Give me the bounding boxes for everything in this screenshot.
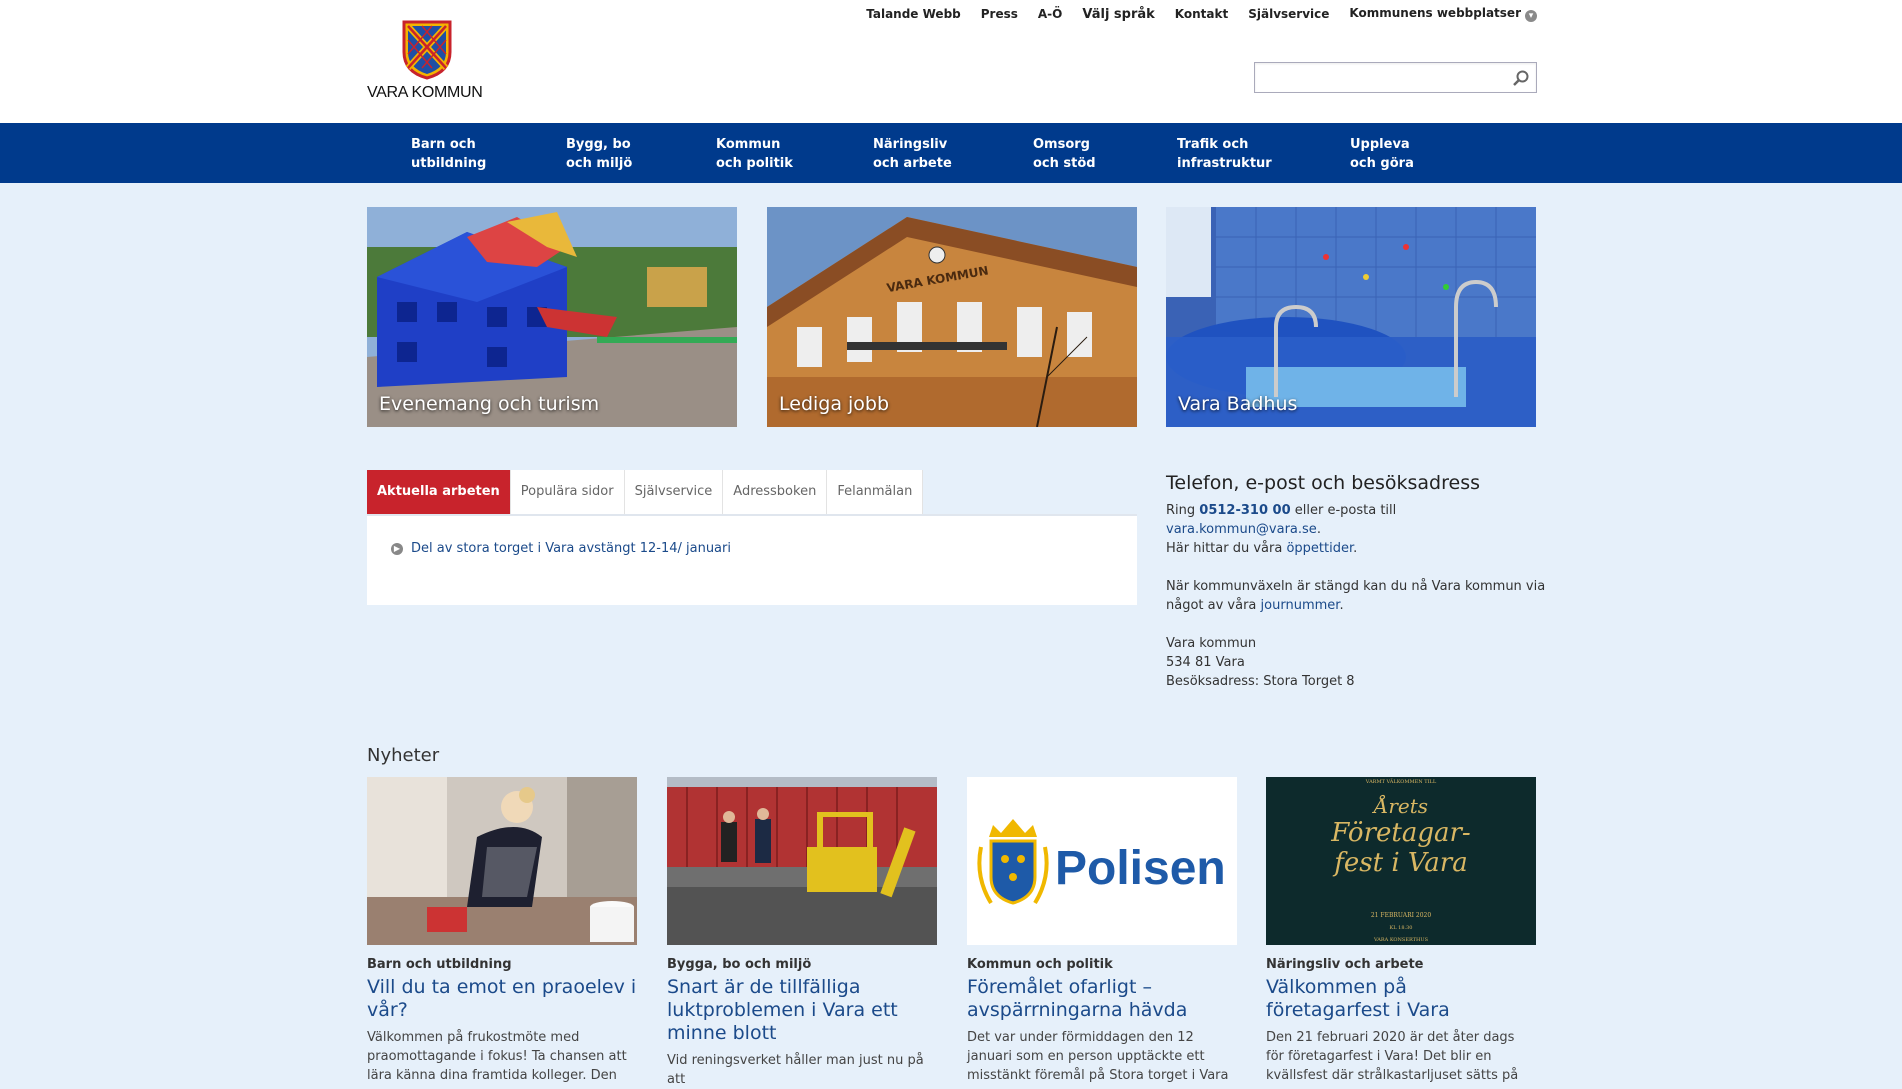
hero-card-vara-badhus[interactable]: Vara Badhus bbox=[1166, 207, 1536, 427]
toplink-kontakt[interactable]: Kontakt bbox=[1175, 7, 1228, 21]
contact-closed-prefix: När kommunväxeln är stängd kan du nå Var… bbox=[1166, 579, 1546, 613]
arrow-right-icon: ▶ bbox=[391, 542, 403, 555]
chevron-down-icon: ▾ bbox=[1525, 10, 1537, 22]
coat-of-arms-icon bbox=[402, 20, 452, 80]
nav-item-trafik-infrastruktur[interactable]: Trafik och infrastruktur bbox=[1177, 135, 1272, 173]
nav-item-naringsliv-arbete[interactable]: Näringsliv och arbete bbox=[873, 135, 952, 173]
news-image-workshop bbox=[367, 777, 637, 945]
hero-caption: Evenemang och turism bbox=[379, 393, 600, 415]
address-line-2: 534 81 Vara bbox=[1166, 655, 1245, 670]
toplink-webbplatser-label: Kommunens webbplatser bbox=[1349, 6, 1521, 20]
contact-email-line: vara.kommun@vara.se. bbox=[1166, 520, 1546, 539]
contact-ring-suffix: eller e-posta till bbox=[1290, 503, 1397, 518]
poster-title-line-1: Årets bbox=[1372, 793, 1428, 818]
contact-hours-line: Här hittar du våra öppettider. bbox=[1166, 539, 1546, 558]
address-line-1: Vara kommun bbox=[1166, 636, 1257, 651]
nav-item-omsorg-stod[interactable]: Omsorg och stöd bbox=[1033, 135, 1096, 173]
nav-item-uppleva-gora[interactable]: Uppleva och göra bbox=[1350, 135, 1414, 173]
site-logo[interactable]: VARA KOMMUN bbox=[367, 20, 487, 104]
contact-closed-text: När kommunväxeln är stängd kan du nå Var… bbox=[1166, 577, 1546, 615]
news-heading: Nyheter bbox=[367, 745, 440, 766]
news-item-praoelev[interactable]: Barn och utbildning Vill du ta emot en p… bbox=[367, 777, 637, 1085]
contact-duty-suffix: . bbox=[1339, 598, 1344, 613]
contact-hours-prefix: Här hittar du våra bbox=[1166, 541, 1287, 556]
site-header: VARA KOMMUN Talande Webb Press A-Ö Välj … bbox=[0, 0, 1902, 123]
news-image-party-poster: VARMT VÄLKOMMEN TILL Årets Företagar- fe… bbox=[1266, 777, 1536, 945]
news-item-foremalet[interactable]: Polisen Kommun och politik Föremålet ofa… bbox=[967, 777, 1237, 1085]
news-headline[interactable]: Välkommen på företagarfest i Vara bbox=[1266, 976, 1536, 1022]
news-category: Barn och utbildning bbox=[367, 957, 512, 972]
news-image-polisen-logo: Polisen bbox=[967, 777, 1237, 945]
nav-item-kommun-politik[interactable]: Kommun och politik bbox=[716, 135, 793, 173]
poster-title-line-2: Företagar- bbox=[1330, 818, 1470, 848]
news-item-luktproblem[interactable]: Bygga, bo och miljö Snart är de tillfäll… bbox=[667, 777, 937, 1089]
poster-date: 21 FEBRUARI 2020 bbox=[1371, 912, 1431, 919]
poster-time: KL 18.30 bbox=[1390, 925, 1413, 931]
news-excerpt: Det var under förmiddagen den 12 januari… bbox=[967, 1030, 1229, 1083]
poster-welcome: VARMT VÄLKOMMEN TILL bbox=[1365, 778, 1437, 785]
poster-venue: VARA KONSERTHUS bbox=[1373, 937, 1429, 943]
search-input[interactable] bbox=[1255, 63, 1495, 92]
polisen-logo-text: Polisen bbox=[1055, 842, 1226, 895]
contact-email-suffix: . bbox=[1316, 522, 1321, 537]
news-excerpt: Välkommen på frukostmöte med praomottaga… bbox=[367, 1030, 627, 1083]
toplink-choose-language[interactable]: Välj språk bbox=[1082, 7, 1154, 22]
news-item-foretagarfest[interactable]: VARMT VÄLKOMMEN TILL Årets Företagar- fe… bbox=[1266, 777, 1536, 1085]
tab-panel: ▶ Del av stora torget i Vara avstängt 12… bbox=[367, 514, 1137, 605]
top-links: Talande Webb Press A-Ö Välj språk Kontak… bbox=[866, 6, 1537, 22]
tab-populara-sidor[interactable]: Populära sidor bbox=[510, 470, 625, 514]
news-image-treatment-plant bbox=[667, 777, 937, 945]
hero-caption: Lediga jobb bbox=[779, 393, 890, 415]
news-category: Bygga, bo och miljö bbox=[667, 957, 812, 972]
news-category: Näringsliv och arbete bbox=[1266, 957, 1424, 972]
duty-number-link[interactable]: journummer bbox=[1261, 598, 1340, 613]
tab-sjalvservice[interactable]: Självservice bbox=[624, 470, 724, 514]
news-excerpt: Vid reningsverket håller man just nu på … bbox=[667, 1053, 924, 1087]
opening-hours-link[interactable]: öppettider bbox=[1286, 541, 1353, 556]
tab-panel-link[interactable]: ▶ Del av stora torget i Vara avstängt 12… bbox=[391, 541, 731, 556]
news-headline[interactable]: Snart är de tillfälliga luktproblemen i … bbox=[667, 976, 937, 1045]
main-navigation: Barn och utbildning Bygg, bo och miljö K… bbox=[0, 123, 1902, 183]
news-category: Kommun och politik bbox=[967, 957, 1113, 972]
toplink-a-o[interactable]: A-Ö bbox=[1038, 7, 1062, 21]
contact-info: Telefon, e-post och besöksadress Ring 05… bbox=[1166, 474, 1546, 691]
search-icon[interactable] bbox=[1512, 69, 1530, 87]
tab-aktuella-arbeten[interactable]: Aktuella arbeten bbox=[367, 470, 511, 514]
tab-felanmalan[interactable]: Felanmälan bbox=[827, 470, 924, 514]
toplink-press[interactable]: Press bbox=[981, 7, 1018, 21]
contact-ring-prefix: Ring bbox=[1166, 503, 1200, 518]
contact-phone[interactable]: 0512-310 00 bbox=[1199, 503, 1290, 518]
contact-phone-line: Ring 0512-310 00 eller e-posta till bbox=[1166, 501, 1546, 520]
nav-item-bygg-bo-miljo[interactable]: Bygg, bo och miljö bbox=[566, 135, 632, 173]
hero-card-lediga-jobb[interactable]: VARA KOMMUN Lediga jobb bbox=[767, 207, 1137, 427]
tab-panel-link-text: Del av stora torget i Vara avstängt 12-1… bbox=[411, 541, 731, 556]
logo-text: VARA KOMMUN bbox=[367, 84, 483, 101]
toplink-talande-webb[interactable]: Talande Webb bbox=[866, 7, 961, 21]
contact-email-link[interactable]: vara.kommun@vara.se bbox=[1166, 522, 1317, 537]
poster-title-line-3: fest i Vara bbox=[1332, 848, 1467, 878]
toplink-sjalvservice[interactable]: Självservice bbox=[1248, 7, 1329, 21]
search-box bbox=[1254, 62, 1537, 93]
hero-card-evenemang[interactable]: Evenemang och turism bbox=[367, 207, 737, 427]
tab-adressboken[interactable]: Adressboken bbox=[723, 470, 828, 514]
nav-item-barn-utbildning[interactable]: Barn och utbildning bbox=[411, 135, 486, 173]
toplink-webbplatser[interactable]: Kommunens webbplatser ▾ bbox=[1349, 6, 1537, 22]
contact-title: Telefon, e-post och besöksadress bbox=[1166, 472, 1481, 494]
tab-bar: Aktuella arbeten Populära sidor Självser… bbox=[367, 470, 924, 514]
news-headline[interactable]: Föremålet ofarligt – avspärrningarna häv… bbox=[967, 976, 1237, 1022]
hero-caption: Vara Badhus bbox=[1178, 393, 1298, 415]
news-excerpt: Den 21 februari 2020 är det åter dags fö… bbox=[1266, 1030, 1519, 1083]
contact-hours-suffix: . bbox=[1353, 541, 1358, 556]
address-line-3: Besöksadress: Stora Torget 8 bbox=[1166, 674, 1355, 689]
news-headline[interactable]: Vill du ta emot en praoelev i vår? bbox=[367, 976, 637, 1022]
